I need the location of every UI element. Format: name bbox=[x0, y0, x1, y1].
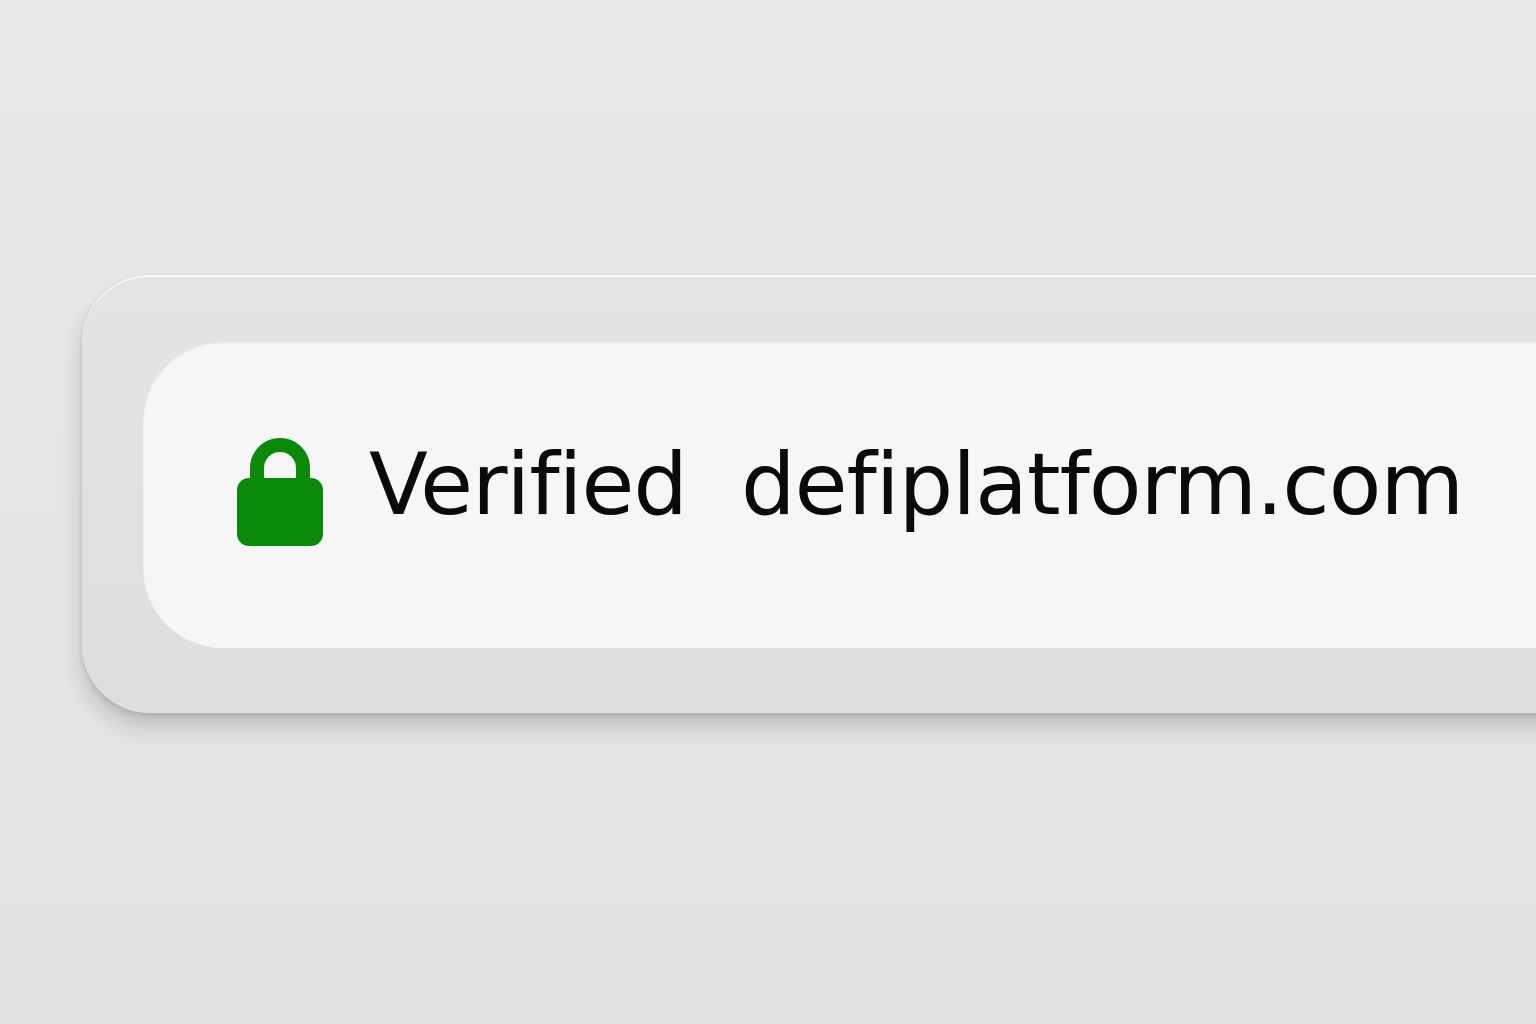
lock-icon[interactable] bbox=[235, 434, 325, 548]
url-text[interactable]: defiplatform.com bbox=[741, 442, 1464, 528]
address-bar[interactable]: Verified defiplatform.com bbox=[143, 342, 1536, 648]
address-text: Verified defiplatform.com bbox=[369, 435, 1464, 535]
security-status-label: Verified bbox=[369, 435, 688, 535]
page-background: Verified defiplatform.com bbox=[0, 0, 1536, 1024]
